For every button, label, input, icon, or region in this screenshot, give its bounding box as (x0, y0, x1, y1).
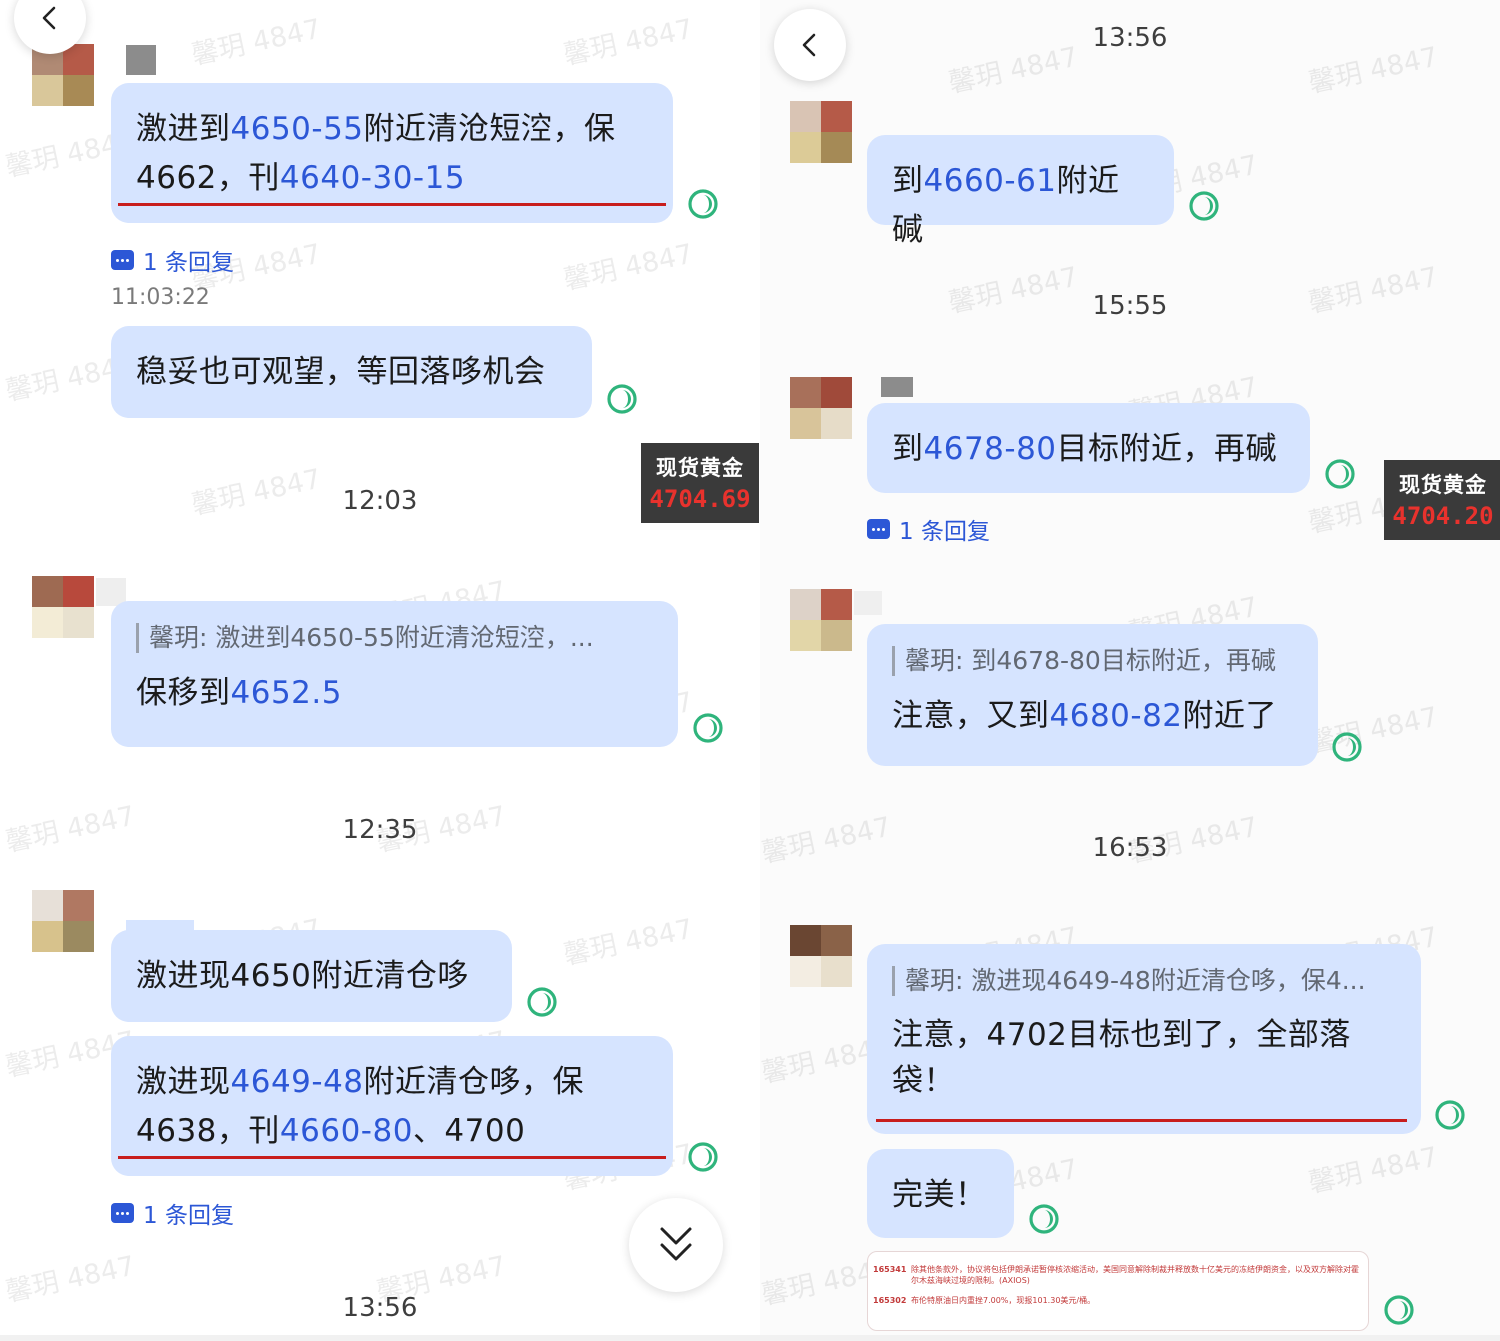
avatar[interactable] (790, 101, 852, 163)
double-chevron-down-icon (660, 1227, 692, 1261)
chat-panel-left: 馨玥 4847 馨玥 4847 馨玥 4847 馨玥 4847 馨玥 4847 … (0, 0, 760, 1341)
avatar[interactable] (32, 576, 94, 638)
watermark: 馨玥 4847 (1305, 701, 1441, 760)
news-item: 165341 除其他条款外，协议将包括伊朗承诺暂停核浓缩活动，美国同意解除制裁并… (873, 1265, 1359, 1285)
reply-count-link[interactable]: 1 条回复 (111, 243, 234, 277)
read-status-icon (1383, 1294, 1415, 1326)
message-text: 激进现4649-48附近清仓哆，保 4638，刊4660-80、4700 (136, 1064, 585, 1149)
back-button[interactable] (774, 9, 846, 81)
reply-count-link[interactable]: 1 条回复 (111, 1196, 234, 1230)
gold-price-ticker[interactable]: 现货黄金 4704.69 (641, 443, 759, 523)
message-text: 保移到4652.5 (136, 675, 342, 711)
chat-panel-right: 馨玥 4847 馨玥 4847 馨玥 4847 馨玥 4847 馨玥 4847 … (760, 0, 1500, 1341)
message-text: 激进到4650-55附近清沧短涳，保 4662，刊4640-30-15 (136, 111, 616, 196)
sender-name (881, 377, 913, 397)
read-status-icon (687, 1141, 719, 1173)
message-text: 注意，4702目标也到了，全部落袋！ (892, 1017, 1351, 1099)
watermark: 馨玥 4847 (560, 913, 696, 972)
time-divider: 12:03 (342, 486, 418, 516)
message-timestamp: 11:03:22 (111, 285, 210, 310)
message-bubble[interactable]: 馨玥: 激进到4650-55附近清沧短涳，... 保移到4652.5 (111, 601, 678, 747)
sender-name (854, 591, 882, 615)
news-screenshot-card[interactable]: 165341 除其他条款外，协议将包括伊朗承诺暂停核浓缩活动，美国同意解除制裁并… (867, 1251, 1369, 1331)
read-status-icon (1434, 1099, 1466, 1131)
message-bubble[interactable]: 激进现4649-48附近清仓哆，保 4638，刊4660-80、4700 (111, 1036, 673, 1176)
reply-bubble-icon (867, 519, 890, 539)
avatar[interactable] (790, 925, 852, 987)
reply-bubble-icon (111, 1203, 134, 1223)
message-bubble[interactable]: 完美！ (867, 1149, 1014, 1238)
message-bubble[interactable]: 激进到4650-55附近清沧短涳，保 4662，刊4640-30-15 (111, 83, 673, 223)
message-text: 激进现4650附近清仓哆 (136, 958, 469, 994)
avatar[interactable] (790, 589, 852, 651)
time-divider: 15:55 (1092, 291, 1168, 321)
highlight-underline (118, 203, 666, 206)
watermark: 馨玥 4847 (1305, 41, 1441, 100)
message-text: 到4660-61附近碱 (892, 163, 1120, 248)
read-status-icon (692, 712, 724, 744)
message-text: 注意，又到4680-82附近了 (892, 698, 1278, 734)
message-bubble[interactable]: 馨玥: 激进现4649-48附近清仓哆，保4... 注意，4702目标也到了，全… (867, 944, 1421, 1134)
read-status-icon (687, 188, 719, 220)
quoted-message[interactable]: 馨玥: 到4678-80目标附近，再碱 (892, 646, 1294, 676)
read-status-icon (1028, 1203, 1060, 1235)
time-divider: 16:53 (1092, 833, 1168, 863)
message-text: 到4678-80目标附近，再碱 (892, 431, 1278, 467)
read-status-icon (1324, 458, 1356, 490)
watermark: 馨玥 4847 (2, 800, 138, 859)
read-status-icon (1188, 190, 1220, 222)
read-status-icon (1331, 731, 1363, 763)
quoted-message[interactable]: 馨玥: 激进现4649-48附近清仓哆，保4... (892, 966, 1381, 996)
avatar[interactable] (32, 890, 94, 952)
bottom-bar (760, 1335, 1500, 1341)
gold-price-ticker[interactable]: 现货黄金 4704.20 (1384, 460, 1500, 540)
news-item: 165302 布伦特原油日内重挫7.00%，现报101.30美元/桶。 (873, 1296, 1096, 1305)
time-divider: 13:56 (342, 1293, 418, 1323)
watermark: 馨玥 4847 (1305, 261, 1441, 320)
chevron-left-icon (802, 33, 816, 57)
avatar[interactable] (32, 44, 94, 106)
message-bubble[interactable]: 到4660-61附近碱 (867, 135, 1174, 248)
bottom-bar (0, 1335, 760, 1341)
scroll-to-bottom-button[interactable] (629, 1198, 723, 1292)
message-text: 完美！ (892, 1177, 987, 1213)
message-text: 稳妥也可观望，等回落哆机会 (136, 354, 546, 390)
watermark: 馨玥 4847 (560, 238, 696, 297)
message-bubble[interactable]: 稳妥也可观望，等回落哆机会 (111, 326, 592, 418)
watermark: 馨玥 4847 (2, 1250, 138, 1309)
time-divider: 12:35 (342, 815, 418, 845)
watermark: 馨玥 4847 (1305, 1141, 1441, 1200)
avatar[interactable] (790, 377, 852, 439)
message-bubble[interactable]: 到4678-80目标附近，再碱 (867, 403, 1310, 493)
sender-name (126, 45, 156, 75)
message-bubble[interactable]: 馨玥: 到4678-80目标附近，再碱 注意，又到4680-82附近了 (867, 624, 1318, 766)
watermark: 馨玥 4847 (760, 811, 894, 870)
highlight-underline (876, 1119, 1407, 1122)
highlight-underline (118, 1156, 666, 1159)
quoted-message[interactable]: 馨玥: 激进到4650-55附近清沧短涳，... (136, 623, 654, 653)
read-status-icon (606, 383, 638, 415)
time-divider: 13:56 (1092, 23, 1168, 53)
watermark: 馨玥 4847 (188, 13, 324, 72)
message-bubble[interactable]: 激进现4650附近清仓哆 (111, 930, 512, 1022)
reply-count-link[interactable]: 1 条回复 (867, 512, 990, 546)
read-status-icon (526, 986, 558, 1018)
watermark: 馨玥 4847 (560, 13, 696, 72)
chevron-left-icon (42, 6, 56, 30)
reply-bubble-icon (111, 250, 134, 270)
